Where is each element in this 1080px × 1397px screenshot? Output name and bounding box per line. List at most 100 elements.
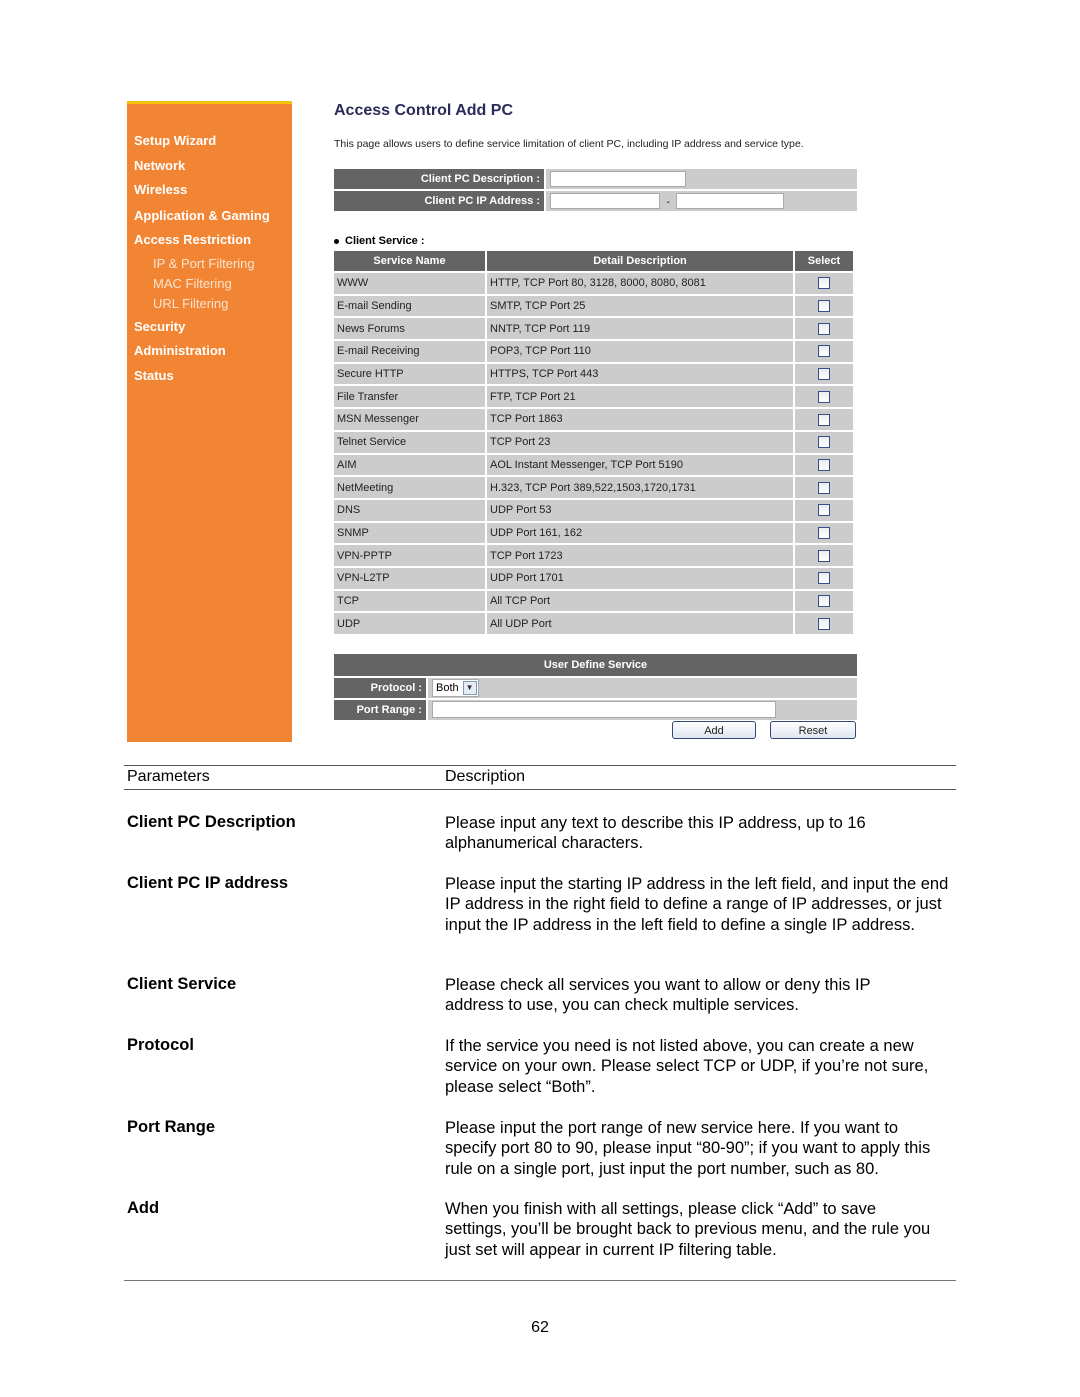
param-client-service: Client Service — [127, 975, 237, 993]
service-select-cell — [795, 273, 853, 294]
table-row: UDP All UDP Port — [334, 613, 853, 634]
service-checkbox[interactable] — [818, 526, 830, 539]
table-bottom-rule — [124, 1280, 956, 1281]
sidebar-subitem-ip-port-filtering[interactable]: IP & Port Filtering — [153, 256, 255, 271]
table-row: AIM AOL Instant Messenger, TCP Port 5190 — [334, 454, 853, 476]
service-select-cell — [795, 522, 853, 544]
service-detail: POP3, TCP Port 110 — [487, 341, 793, 362]
table-header-rule — [124, 789, 956, 790]
protocol-select[interactable]: Both ▼ — [432, 678, 479, 697]
sidebar-subitem-mac-filtering[interactable]: MAC Filtering — [153, 276, 232, 291]
service-checkbox[interactable] — [818, 322, 830, 335]
table-row: DNS UDP Port 53 — [334, 499, 853, 521]
add-button[interactable]: Add — [672, 721, 756, 739]
param-port-range: Port Range — [127, 1118, 216, 1136]
service-name: DNS — [334, 499, 485, 521]
service-name: NetMeeting — [334, 477, 485, 498]
service-detail: All UDP Port — [487, 613, 793, 634]
table-row: NetMeeting H.323, TCP Port 389,522,1503,1… — [334, 477, 853, 498]
client-pc-ip-end-input[interactable] — [676, 192, 785, 209]
table-row: VPN-PPTP TCP Port 1723 — [334, 545, 853, 566]
service-select-cell — [795, 318, 853, 340]
ip-range-separator: - — [666, 197, 670, 208]
column-header-service-name: Service Name — [334, 251, 485, 271]
service-detail: HTTPS, TCP Port 443 — [487, 363, 793, 385]
table-row: MSN Messenger TCP Port 1863 — [334, 409, 853, 430]
service-name: SNMP — [334, 522, 485, 544]
sidebar-item-security[interactable]: Security — [134, 319, 185, 334]
page-title: Access Control Add PC — [334, 102, 513, 119]
service-select-cell — [795, 545, 853, 566]
user-define-service-form: User Define Service Protocol : Both ▼ Po… — [334, 652, 857, 722]
service-detail: TCP Port 1723 — [487, 545, 793, 566]
service-checkbox[interactable] — [818, 345, 830, 358]
service-detail: FTP, TCP Port 21 — [487, 386, 793, 408]
sidebar-item-administration[interactable]: Administration — [134, 343, 226, 358]
service-checkbox[interactable] — [818, 368, 830, 381]
service-detail: TCP Port 1863 — [487, 409, 793, 430]
service-checkbox[interactable] — [818, 595, 830, 608]
sidebar-item-network[interactable]: Network — [134, 158, 185, 173]
service-name: Telnet Service — [334, 431, 485, 453]
service-select-cell — [795, 295, 853, 317]
service-checkbox[interactable] — [818, 458, 830, 471]
service-detail: AOL Instant Messenger, TCP Port 5190 — [487, 454, 793, 476]
desc-protocol: If the service you need is not listed ab… — [445, 1037, 929, 1096]
sidebar-item-status[interactable]: Status — [134, 368, 174, 383]
service-select-cell — [795, 613, 853, 634]
chevron-down-icon[interactable]: ▼ — [462, 680, 477, 695]
table-row: E-mail Receiving POP3, TCP Port 110 — [334, 341, 853, 362]
service-name: MSN Messenger — [334, 409, 485, 430]
table-row: News Forums NNTP, TCP Port 119 — [334, 318, 853, 340]
service-detail: SMTP, TCP Port 25 — [487, 295, 793, 317]
desc-client-pc-ip-address: Please input the starting IP address in … — [445, 875, 949, 934]
service-select-cell — [795, 363, 853, 385]
client-pc-ip-label: Client PC IP Address : — [334, 191, 546, 211]
table-row: TCP All TCP Port — [334, 590, 853, 612]
service-name: WWW — [334, 273, 485, 294]
client-pc-form: Client PC Description : Client PC IP Add… — [334, 167, 857, 213]
column-header-detail-description: Detail Description — [487, 251, 793, 271]
service-name: TCP — [334, 590, 485, 612]
sidebar-item-access-restriction[interactable]: Access Restriction — [134, 232, 251, 247]
service-detail: UDP Port 161, 162 — [487, 522, 793, 544]
sidebar-item-wireless[interactable]: Wireless — [134, 182, 187, 197]
table-row: E-mail Sending SMTP, TCP Port 25 — [334, 295, 853, 317]
service-select-cell — [795, 477, 853, 498]
service-checkbox[interactable] — [818, 481, 830, 494]
client-pc-ip-start-input[interactable] — [550, 192, 660, 209]
reset-button[interactable]: Reset — [770, 721, 856, 739]
param-client-pc-ip-address: Client PC IP address — [127, 874, 289, 892]
service-name: E-mail Receiving — [334, 341, 485, 362]
table-row: Telnet Service TCP Port 23 — [334, 431, 853, 453]
service-checkbox[interactable] — [818, 436, 830, 449]
service-checkbox[interactable] — [818, 277, 830, 290]
service-select-cell — [795, 499, 853, 521]
table-row: SNMP UDP Port 161, 162 — [334, 522, 853, 544]
service-checkbox[interactable] — [818, 617, 830, 630]
table-row: Secure HTTP HTTPS, TCP Port 443 — [334, 363, 853, 385]
sidebar-item-application-gaming[interactable]: Application & Gaming — [134, 208, 270, 223]
param-add: Add — [127, 1199, 160, 1217]
port-range-label: Port Range : — [334, 700, 428, 720]
client-pc-description-label: Client PC Description : — [334, 169, 546, 189]
client-pc-description-input[interactable] — [550, 170, 686, 187]
service-checkbox[interactable] — [818, 504, 830, 517]
sidebar-item-setup-wizard[interactable]: Setup Wizard — [134, 133, 216, 148]
desc-client-pc-description: Please input any text to describe this I… — [445, 814, 866, 853]
service-name: File Transfer — [334, 386, 485, 408]
service-detail: TCP Port 23 — [487, 431, 793, 453]
port-range-input[interactable] — [432, 701, 776, 719]
service-select-cell — [795, 409, 853, 430]
service-select-cell — [795, 567, 853, 589]
service-select-cell — [795, 386, 853, 408]
service-checkbox[interactable] — [818, 549, 830, 562]
page-intro: This page allows users to define service… — [334, 138, 804, 150]
sidebar-subitem-url-filtering[interactable]: URL Filtering — [153, 296, 228, 311]
service-select-cell — [795, 454, 853, 476]
service-checkbox[interactable] — [818, 390, 830, 403]
service-checkbox[interactable] — [818, 300, 830, 313]
service-checkbox[interactable] — [818, 572, 830, 585]
service-checkbox[interactable] — [818, 413, 830, 426]
service-name: VPN-L2TP — [334, 567, 485, 589]
